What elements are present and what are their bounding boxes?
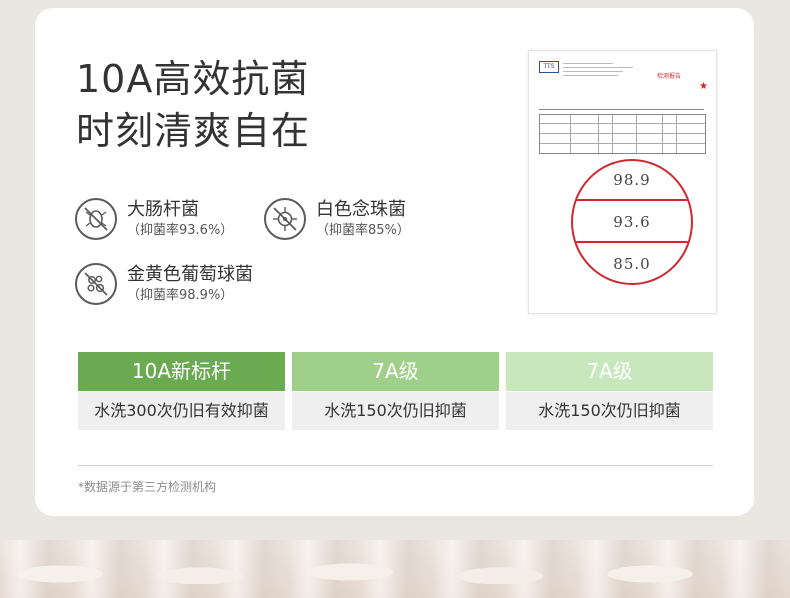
report-heading: 检测报告 xyxy=(657,73,682,80)
feature-rate: （抑菌率93.6%） xyxy=(127,222,234,238)
info-card: 10A高效抗菌 时刻清爽自在 大肠杆菌 （抑菌率93.6%） 白色念珠菌 （抑菌… xyxy=(35,8,754,516)
comparison-body: 水洗150次仍旧抑菌 xyxy=(506,392,713,430)
zoom-value: 93.6 xyxy=(613,213,651,231)
test-report-image: TTS 检测报告 ★ 98.9 93.6 85.0 xyxy=(528,50,717,314)
report-table xyxy=(539,114,706,154)
comparison-body: 水洗300次仍旧有效抑菌 xyxy=(78,392,285,430)
bacteria-crossed-icon xyxy=(75,198,117,240)
comparison-head: 7A级 xyxy=(506,352,713,391)
report-logo: TTS xyxy=(539,61,559,73)
feature-name: 金黄色葡萄球菌 xyxy=(127,263,253,285)
stamp-star-icon: ★ xyxy=(699,81,708,92)
comparison-7a-alt: 7A级 水洗150次仍旧抑菌 xyxy=(506,352,713,430)
comparison-head: 10A新标杆 xyxy=(78,352,285,391)
comparison-7a: 7A级 水洗150次仍旧抑菌 xyxy=(292,352,499,430)
feature-name: 白色念珠菌 xyxy=(316,198,406,220)
headline: 10A高效抗菌 时刻清爽自在 xyxy=(76,53,310,157)
footnote: *数据源于第三方检测机构 xyxy=(78,480,217,494)
zoom-value: 85.0 xyxy=(613,255,651,273)
cocci-crossed-icon xyxy=(75,263,117,305)
comparison-10a: 10A新标杆 水洗300次仍旧有效抑菌 xyxy=(78,352,285,430)
comparison-body: 水洗150次仍旧抑菌 xyxy=(292,392,499,430)
headline-line-2: 时刻清爽自在 xyxy=(76,109,311,153)
feature-name: 大肠杆菌 xyxy=(127,198,199,220)
comparison-head: 7A级 xyxy=(292,352,499,391)
feature-e-coli: 大肠杆菌 （抑菌率93.6%） xyxy=(75,198,233,240)
divider xyxy=(78,465,713,466)
headline-line-1: 10A高效抗菌 xyxy=(76,57,310,101)
zoom-value: 98.9 xyxy=(613,171,651,189)
feature-staph: 金黄色葡萄球菌 （抑菌率98.9%） xyxy=(75,263,253,305)
curtain-folds xyxy=(0,560,790,584)
feature-candida: 白色念珠菌 （抑菌率85%） xyxy=(264,198,410,240)
feature-rate: （抑菌率98.9%） xyxy=(127,287,234,303)
virus-crossed-icon xyxy=(264,198,306,240)
magnified-results: 98.9 93.6 85.0 xyxy=(571,159,693,285)
feature-rate: （抑菌率85%） xyxy=(316,222,410,238)
